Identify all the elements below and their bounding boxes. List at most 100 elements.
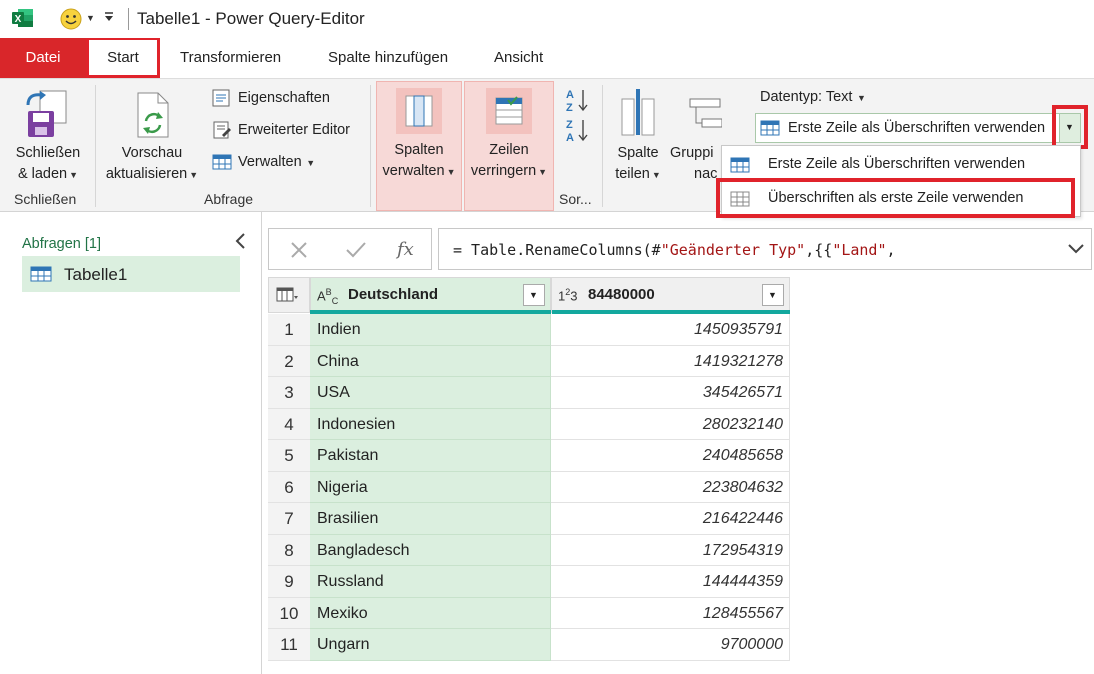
filter-dropdown-button[interactable]: ▼ [523, 284, 545, 306]
chevron-down-icon: ▼ [538, 167, 548, 177]
cell-country[interactable]: Ungarn [310, 629, 551, 661]
manage-button[interactable]: Verwalten ▼ [212, 151, 332, 173]
data-type-label: Datentyp: Text [760, 89, 853, 105]
highlight-box-menu-item [716, 178, 1075, 218]
split-column-button[interactable]: Spalte teilen ▼ [608, 83, 668, 187]
cell-population[interactable]: 128455567 [551, 597, 790, 629]
chevron-down-icon: ▼ [529, 290, 538, 300]
sort-ascending-icon[interactable]: A Z [566, 87, 590, 113]
reduce-rows-icon [486, 88, 532, 134]
split-column-icon [621, 89, 655, 136]
table-row: 4 Indonesien 280232140 [268, 408, 790, 440]
cell-population[interactable]: 1450935791 [551, 314, 790, 346]
chevron-down-icon: ▼ [446, 167, 456, 177]
filter-dropdown-button[interactable]: ▼ [762, 284, 784, 306]
row-number[interactable]: 7 [268, 503, 310, 535]
expand-formula-icon[interactable] [1067, 242, 1085, 256]
manage-columns-label-1: Spalten [394, 142, 444, 158]
advanced-editor-button[interactable]: Erweiterter Editor [212, 119, 372, 141]
refresh-preview-button[interactable]: Vorschau aktualisieren ▼ [100, 83, 204, 187]
cell-country[interactable]: Nigeria [310, 471, 551, 503]
group-by-button[interactable]: Gruppi nac [670, 83, 722, 187]
row-number[interactable]: 3 [268, 377, 310, 409]
cell-country[interactable]: Pakistan [310, 440, 551, 472]
tab-transformieren[interactable]: Transformieren [180, 38, 281, 78]
properties-button[interactable]: Eigenschaften [212, 87, 362, 109]
formula-mid: ,{{ [805, 241, 833, 259]
row-number[interactable]: 2 [268, 345, 310, 377]
close-and-load-label-1: Schließen [15, 145, 81, 161]
smiley-dropdown-icon[interactable]: ▼ [86, 13, 95, 23]
cell-population[interactable]: 9700000 [551, 629, 790, 661]
cell-population[interactable]: 240485658 [551, 440, 790, 472]
tab-spalte-hinzufuegen[interactable]: Spalte hinzufügen [328, 38, 448, 78]
tab-ansicht[interactable]: Ansicht [494, 38, 543, 78]
queries-header: Abfragen [1] [22, 236, 101, 252]
cell-country[interactable]: Bangladesch [310, 534, 551, 566]
cell-population[interactable]: 216422446 [551, 503, 790, 535]
table-row: 2 China 1419321278 [268, 345, 790, 377]
row-number[interactable]: 10 [268, 597, 310, 629]
svg-text:X: X [15, 14, 22, 25]
row-number[interactable]: 11 [268, 629, 310, 661]
data-type-dropdown[interactable]: Datentyp: Text ▼ [760, 89, 866, 105]
collapse-panel-icon[interactable] [234, 232, 248, 250]
use-first-row-as-headers-button[interactable]: Erste Zeile als Überschriften verwenden [755, 113, 1081, 143]
table-menu-button[interactable] [268, 277, 310, 313]
formula-suffix: , [886, 241, 896, 259]
number-type-icon: 123 [558, 287, 578, 304]
refresh-preview-label-1: Vorschau [121, 145, 183, 161]
row-number[interactable]: 1 [268, 314, 310, 346]
query-item-tabelle1[interactable]: Tabelle1 [22, 256, 240, 292]
cell-population[interactable]: 345426571 [551, 377, 790, 409]
cell-country[interactable]: China [310, 345, 551, 377]
sort-descending-icon[interactable]: Z A [566, 117, 590, 143]
cancel-icon[interactable] [289, 240, 309, 260]
manage-columns-icon [396, 88, 442, 134]
cell-country[interactable]: Indonesien [310, 408, 551, 440]
row-number[interactable]: 6 [268, 471, 310, 503]
group-by-label-2: nac [694, 166, 718, 182]
cell-population[interactable]: 144444359 [551, 566, 790, 598]
query-label: Tabelle1 [64, 265, 128, 284]
cell-country[interactable]: Brasilien [310, 503, 551, 535]
cell-population[interactable]: 280232140 [551, 408, 790, 440]
customize-quick-access-icon[interactable] [102, 10, 116, 24]
formula-prefix: = Table.RenameColumns(# [453, 241, 661, 259]
table-icon [730, 157, 750, 173]
manage-columns-button[interactable]: Spalten verwalten ▼ [376, 81, 462, 211]
cell-country[interactable]: Russland [310, 566, 551, 598]
menu-item-first-row-as-headers[interactable]: Erste Zeile als Überschriften verwenden [722, 148, 1080, 182]
cell-population[interactable]: 1419321278 [551, 345, 790, 377]
smiley-icon[interactable] [60, 8, 82, 30]
group-label-sortieren: Sor... [559, 191, 592, 207]
confirm-icon[interactable] [345, 240, 367, 260]
text-type-icon: ABC [317, 287, 339, 306]
group-label-schliessen: Schließen [14, 191, 77, 207]
manage-label: Verwalten [238, 154, 302, 170]
cell-country[interactable]: USA [310, 377, 551, 409]
cell-country[interactable]: Indien [310, 314, 551, 346]
row-number[interactable]: 4 [268, 408, 310, 440]
reduce-rows-button[interactable]: Zeilen verringern ▼ [464, 81, 554, 211]
svg-text:fx: fx [395, 239, 414, 260]
close-and-load-button[interactable]: Schließen & laden ▼ [6, 83, 90, 187]
row-number[interactable]: 9 [268, 566, 310, 598]
formula-input[interactable]: = Table.RenameColumns(#"Geänderter Typ",… [438, 228, 1092, 270]
row-number[interactable]: 5 [268, 440, 310, 472]
column-header-1[interactable]: ABC Deutschland ▼ [310, 277, 551, 313]
chevron-down-icon: ▼ [69, 170, 79, 180]
row-number[interactable]: 8 [268, 534, 310, 566]
table-icon [212, 154, 232, 170]
group-separator [370, 85, 371, 207]
function-icon[interactable]: fx [395, 237, 417, 261]
cell-country[interactable]: Mexiko [310, 597, 551, 629]
cell-population[interactable]: 223804632 [551, 471, 790, 503]
column-header-2[interactable]: 123 84480000 ▼ [551, 277, 790, 313]
chevron-down-icon: ▼ [651, 170, 661, 180]
tab-start[interactable]: Start [86, 38, 160, 78]
table-row: 5 Pakistan 240485658 [268, 440, 790, 472]
cell-population[interactable]: 172954319 [551, 534, 790, 566]
advanced-editor-label: Erweiterter Editor [238, 122, 351, 138]
tab-datei[interactable]: Datei [0, 38, 86, 78]
